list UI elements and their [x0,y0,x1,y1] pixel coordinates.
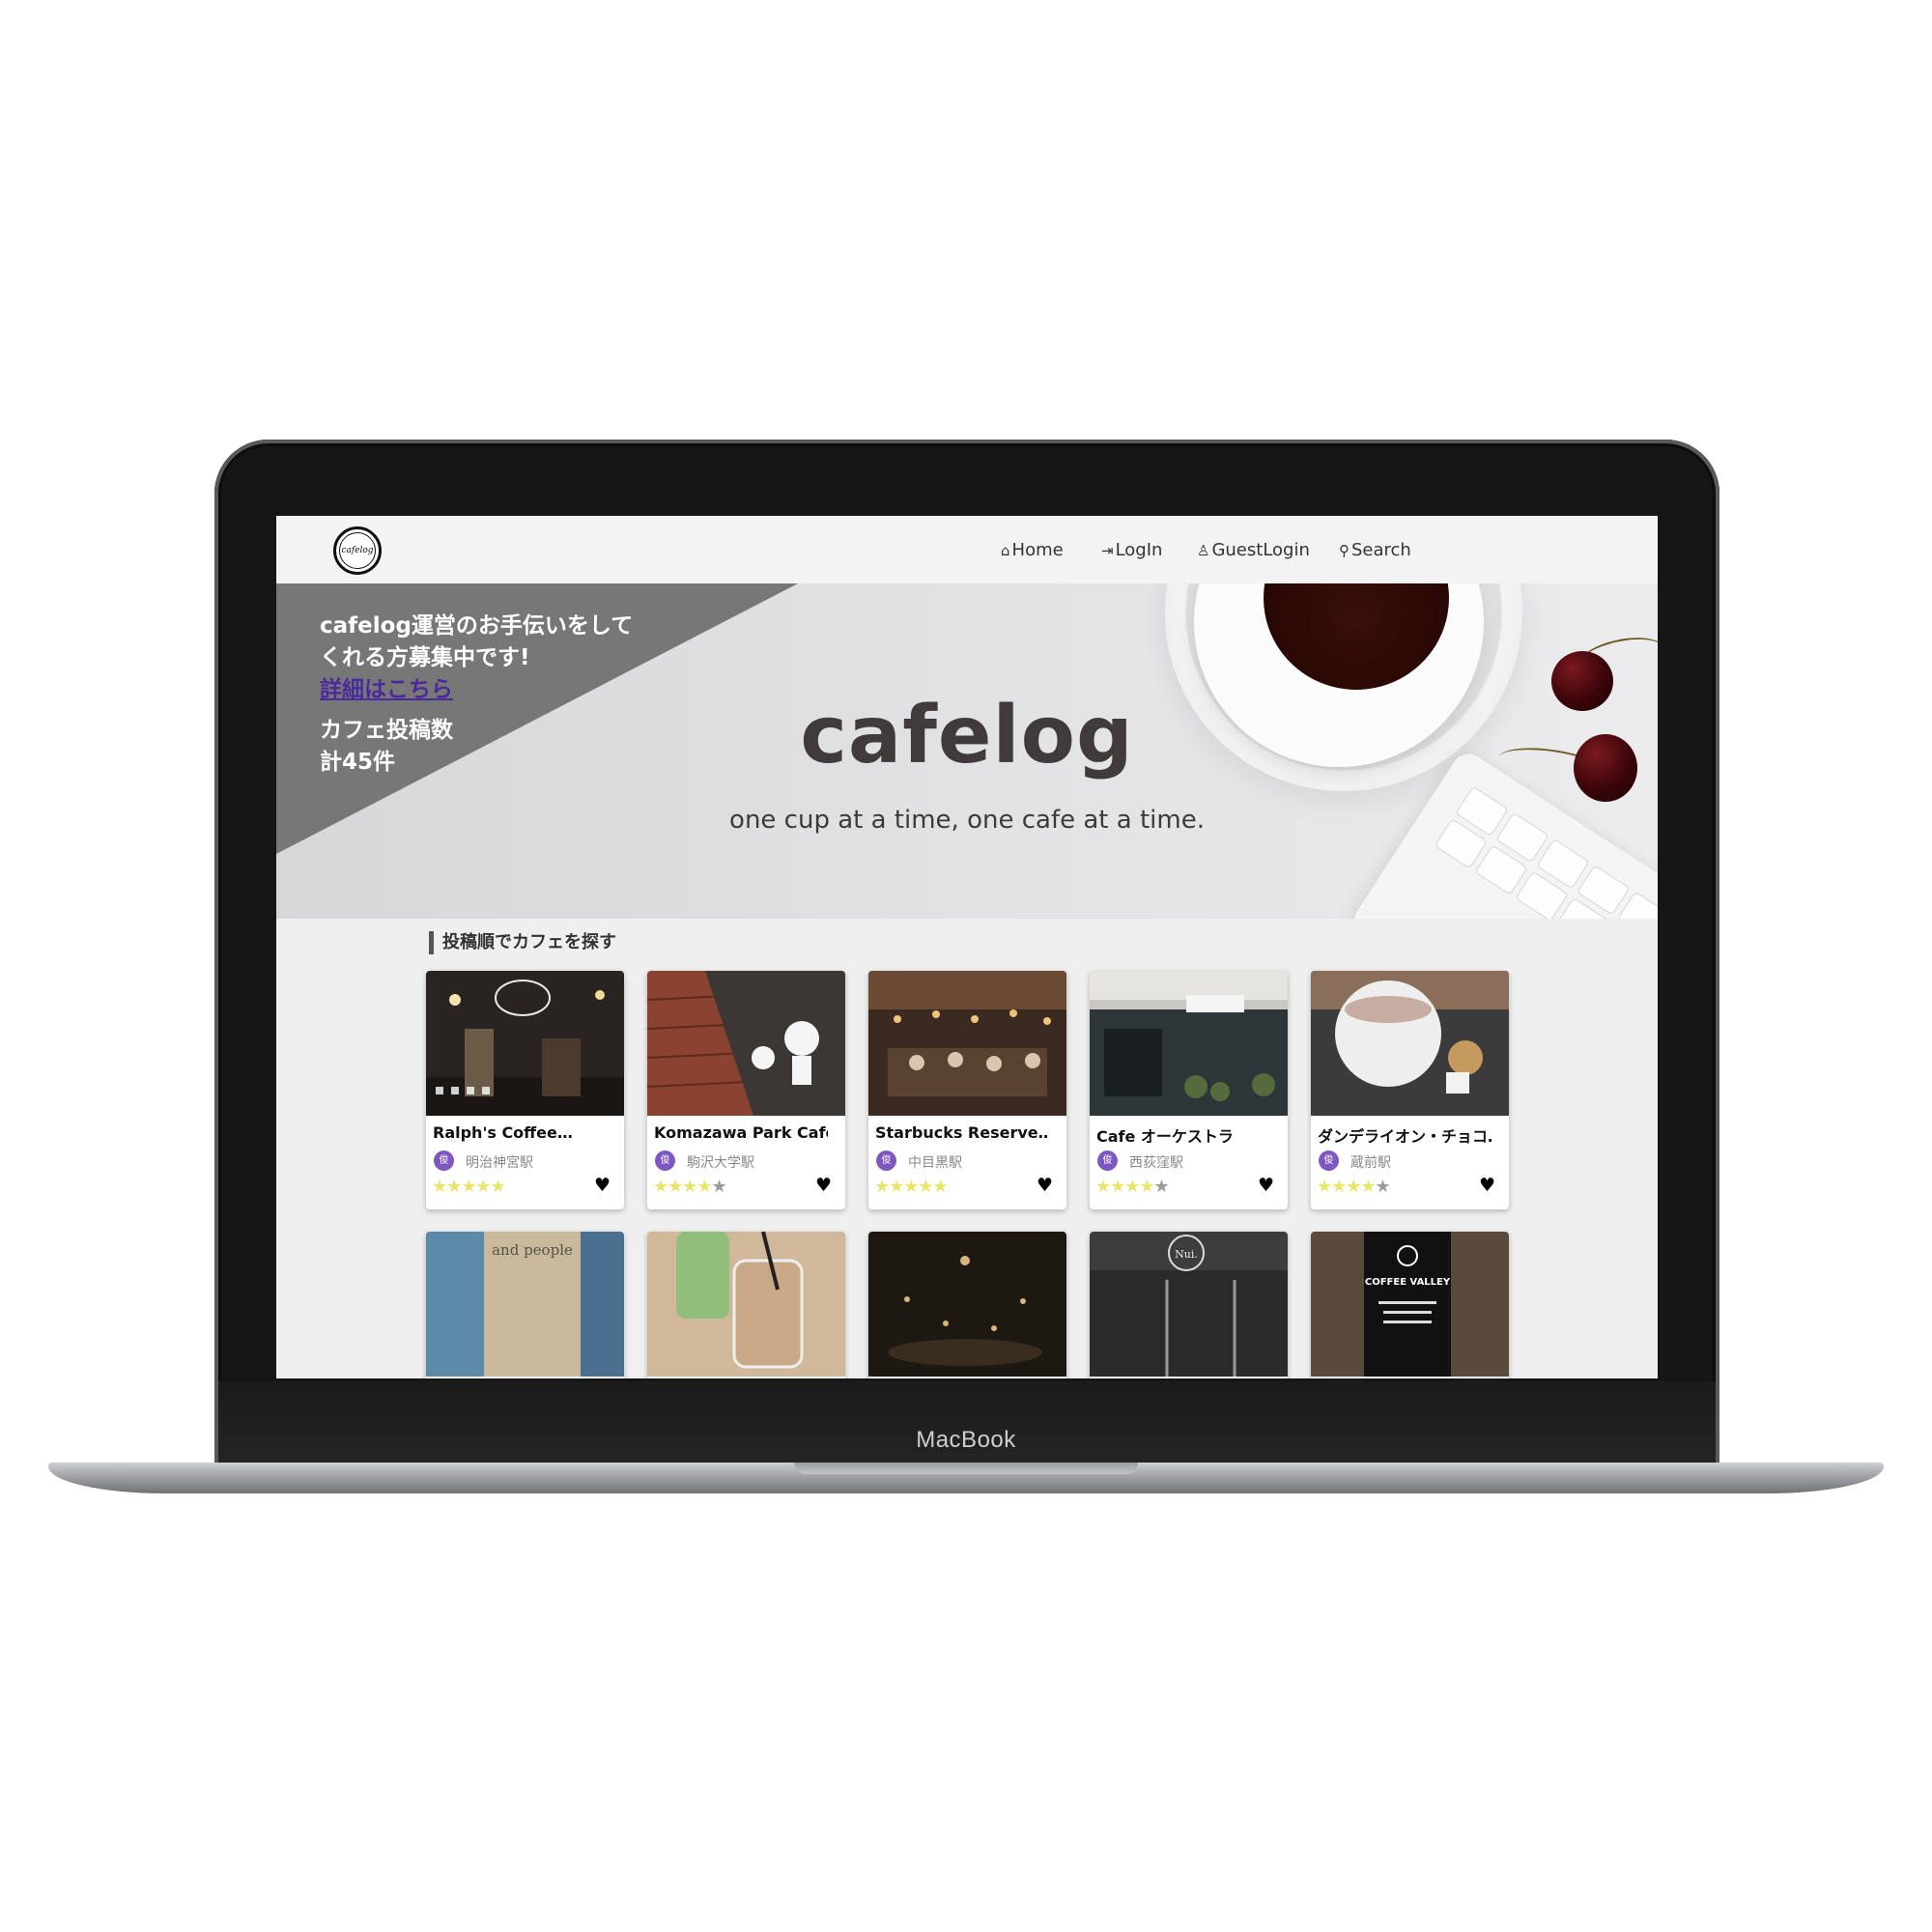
cafe-photo[interactable]: and people [426,1232,624,1377]
heart-icon[interactable]: ♥ [1258,1175,1274,1196]
user-avatar[interactable]: 俊 [655,1151,675,1171]
heart-icon[interactable]: ♥ [815,1175,832,1196]
cafe-card[interactable]: and people [426,1232,624,1378]
logo-text: cafelog [341,546,374,555]
login-icon: ⇥ [1101,542,1114,559]
station-label: 蔵前駅 [1350,1155,1391,1171]
cafe-name: Komazawa Park Cafe [654,1123,828,1142]
cafe-name: Starbucks Reserve… [875,1123,1049,1142]
home-icon: ⌂ [1001,542,1010,559]
cafe-card[interactable]: Ralph's Coffee… 俊 明治神宮駅 ★★★★★ ♥ [426,971,624,1209]
cafe-card[interactable]: Nui. [1090,1232,1288,1378]
heart-icon[interactable]: ♥ [1037,1175,1053,1196]
cafe-photo[interactable] [868,1232,1066,1377]
photo-text: and people [492,1241,573,1259]
cafe-card[interactable]: ダンデライオン・チョコ… 俊 蔵前駅 ★★★★★ ♥ [1311,971,1509,1209]
recruit-text-line2: くれる方募集中です! [320,645,530,670]
user-avatar[interactable]: 俊 [1319,1151,1339,1171]
nav-login-label: LogIn [1115,540,1163,560]
cafe-photo[interactable] [868,971,1066,1116]
cafe-photo[interactable] [1311,971,1509,1116]
nav-home-link[interactable]: ⌂ Home [1001,540,1064,560]
rating-stars: ★★★★★ [653,1177,727,1197]
rating-stars: ★★★★★ [1095,1177,1170,1197]
guest-icon: ♙ [1197,542,1210,559]
cafe-card[interactable]: Komazawa Park Cafe 俊 駒沢大学駅 ★★★★★ ♥ [647,971,845,1209]
photo-text: COFFEE VALLEY [1365,1277,1451,1288]
browser-screen: cafelog ⌂ Home ⇥ LogIn ♙ GuestLogin ⚲ Search [276,516,1658,1378]
station-label: 西荻窪駅 [1129,1155,1183,1171]
cafe-card[interactable]: COFFEE VALLEY [1311,1232,1509,1378]
nav-search-label: Search [1351,540,1411,560]
station-label: 中目黒駅 [908,1155,962,1171]
cafelog-logo[interactable]: cafelog [333,526,382,575]
cafe-photo[interactable]: Nui. [1090,1232,1288,1377]
cafe-card[interactable]: Starbucks Reserve… 俊 中目黒駅 ★★★★★ ♥ [868,971,1066,1209]
station-label: 駒沢大学駅 [687,1155,754,1171]
cafe-card[interactable] [647,1232,845,1378]
cafe-photo[interactable] [426,971,624,1116]
cafe-photo[interactable] [1090,971,1288,1116]
navbar: cafelog ⌂ Home ⇥ LogIn ♙ GuestLogin ⚲ Search [276,516,1658,583]
nav-guest-login-label: GuestLogin [1211,540,1310,560]
cafe-card[interactable] [868,1232,1066,1378]
heart-icon[interactable]: ♥ [594,1175,611,1196]
cafe-photo[interactable]: COFFEE VALLEY [1311,1232,1509,1377]
cafe-photo[interactable] [647,971,845,1116]
cafe-name: Cafe オーケストラ [1096,1127,1234,1146]
rating-stars: ★★★★★ [432,1177,506,1197]
nav-login-link[interactable]: ⇥ LogIn [1101,540,1162,560]
hero-banner: cafelog運営のお手伝いをして くれる方募集中です! 詳細はこちら カフェ投… [276,583,1658,919]
hero-subtitle: one cup at a time, one cafe at a time. [729,806,1205,835]
nav-home-label: Home [1011,540,1064,560]
user-avatar[interactable]: 俊 [876,1151,896,1171]
nav-search-link[interactable]: ⚲ Search [1339,540,1411,560]
user-avatar[interactable]: 俊 [1097,1151,1118,1171]
cafe-photo[interactable] [647,1232,845,1377]
rating-stars: ★★★★★ [1317,1177,1391,1197]
hero-title: cafelog [800,690,1134,781]
search-icon: ⚲ [1339,542,1350,559]
laptop-notch [794,1463,1138,1474]
station-label: 明治神宮駅 [466,1155,533,1171]
cafe-name: ダンデライオン・チョコ… [1318,1127,1492,1146]
cafe-card[interactable]: Cafe オーケストラ 俊 西荻窪駅 ★★★★★ ♥ [1090,971,1288,1209]
rating-stars: ★★★★★ [874,1177,949,1197]
section-heading: 投稿順でカフェを探す [429,931,616,954]
cafe-name: Ralph's Coffee… [433,1123,573,1142]
laptop-brand-label: MacBook [916,1427,1016,1453]
heart-icon[interactable]: ♥ [1479,1175,1495,1196]
recruit-text-line1: cafelog運営のお手伝いをして [320,613,634,639]
photo-text: Nui. [1175,1248,1198,1261]
nav-guest-login-link[interactable]: ♙ GuestLogin [1197,540,1310,560]
user-avatar[interactable]: 俊 [434,1151,454,1171]
